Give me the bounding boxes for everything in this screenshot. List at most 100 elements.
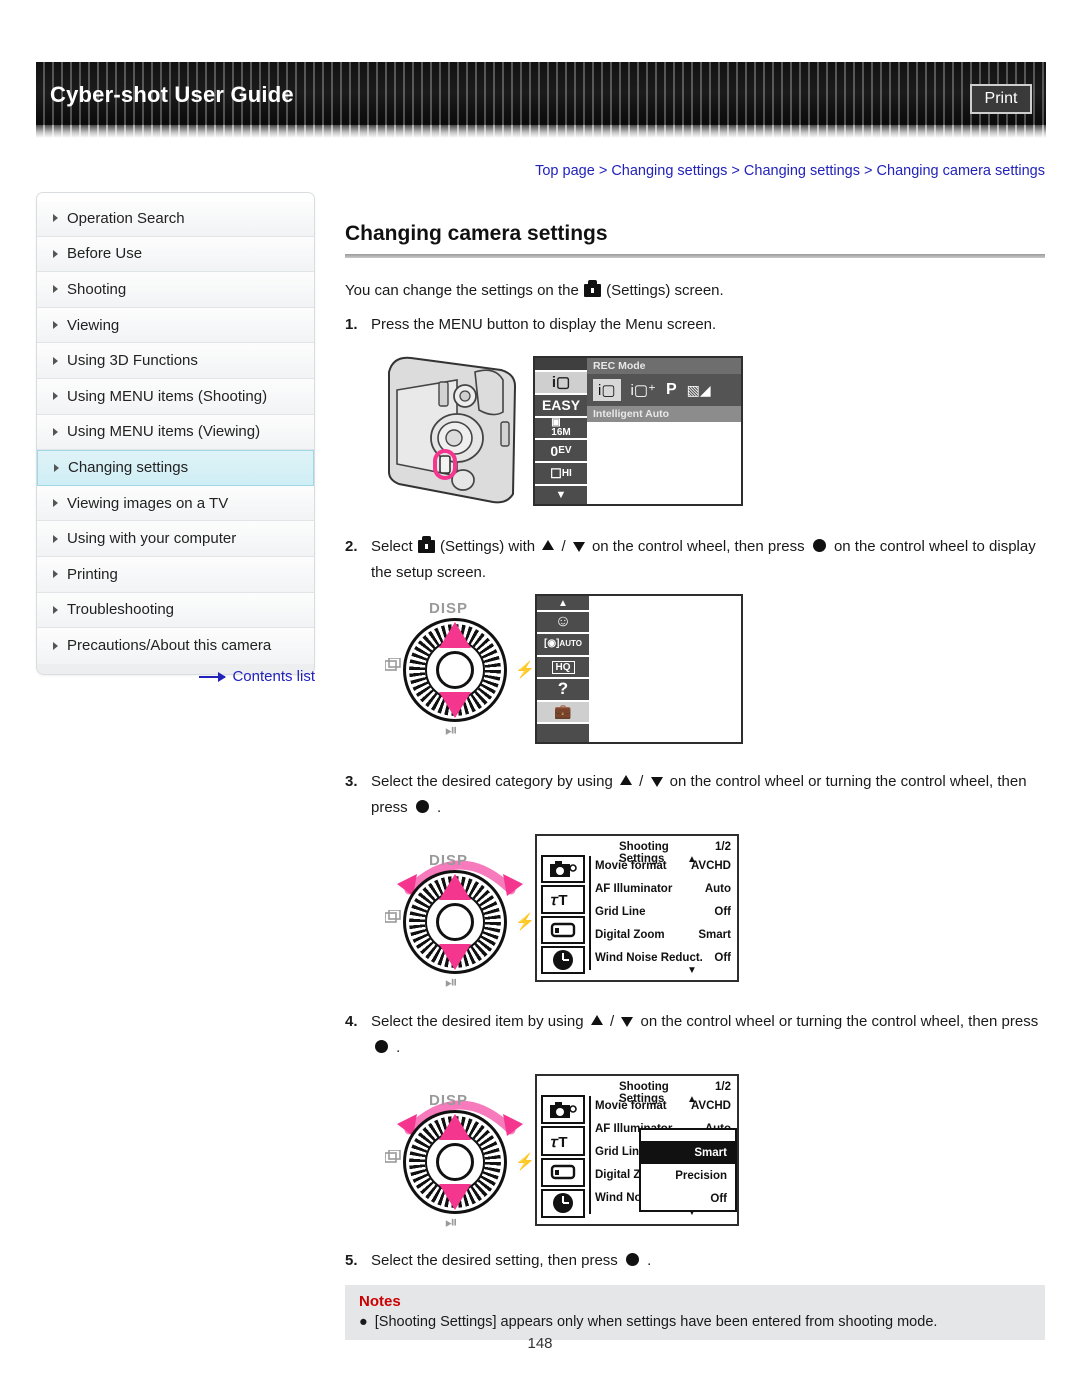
rail-cell-scroll-up[interactable]: ▲ — [537, 596, 589, 612]
clock-icon[interactable] — [541, 1188, 585, 1218]
sidebar-item-viewing[interactable]: Viewing — [37, 307, 314, 344]
sidebar-item-label: Using with your computer — [67, 530, 237, 548]
sidebar-item-changing-settings[interactable]: Changing settings — [37, 450, 314, 486]
breadcrumb-item-0[interactable]: Top page — [535, 163, 595, 179]
sidebar-item-label: Viewing — [67, 316, 120, 334]
sidebar-item-label: Before Use — [67, 245, 143, 263]
sidebar-item-viewing-images-on-a-tv[interactable]: Viewing images on a TV — [37, 485, 314, 522]
setting-label: Wind Noise Reduct. — [595, 952, 703, 964]
screen-icon[interactable] — [541, 915, 585, 944]
sidebar-item-before-use[interactable]: Before Use — [37, 236, 314, 273]
rail-cell-smile-shutter[interactable]: ☺ — [537, 612, 589, 635]
camera-icon[interactable] — [541, 1095, 585, 1125]
sidebar-item-precautions-about-this-camera[interactable]: Precautions/About this camera — [37, 628, 314, 664]
rec-mode-header-label: REC Mode — [593, 360, 646, 372]
sidebar-item-using-menu-items-viewing[interactable]: Using MENU items (Viewing) — [37, 414, 314, 451]
scroll-down-indicator[interactable]: ▼ — [687, 965, 697, 976]
flash-icon: ⚡ — [515, 662, 535, 679]
step-3: 3. Select the desired category by using … — [345, 769, 1045, 822]
table-row[interactable]: Wind Noise Reduct. Off — [595, 952, 731, 964]
sidebar-item-operation-search[interactable]: Operation Search — [37, 201, 314, 237]
rail-cell-easy[interactable]: EASY — [535, 394, 587, 418]
rail-cell-exposure[interactable]: 0 EV — [535, 440, 587, 464]
note-item: ● [Shooting Settings] appears only when … — [359, 1314, 1033, 1330]
breadcrumb-separator: > — [731, 163, 740, 179]
center-button-icon — [375, 1040, 388, 1054]
step-number: 5. — [345, 1252, 358, 1269]
setup-screen: ▲ ☺ [◉] AUTO HQ ? 💼 — [535, 594, 743, 744]
rail-cell-movie-hq[interactable]: HQ — [537, 656, 589, 680]
flash-icon: ⚡ — [515, 914, 535, 931]
rail-cell-intelligent-auto[interactable]: i▢ — [535, 372, 587, 395]
chevron-right-icon — [53, 427, 58, 436]
chevron-right-icon — [53, 285, 58, 294]
rail-cell-blank — [535, 358, 587, 372]
chevron-right-icon — [53, 570, 58, 579]
mode-option-program-auto[interactable]: P — [666, 381, 677, 399]
rail-cell-settings[interactable]: 💼 — [537, 701, 589, 725]
camera-icon[interactable] — [541, 855, 585, 884]
wheel-inner-ring — [436, 651, 474, 689]
settings-toolbox-icon — [583, 280, 601, 297]
breadcrumb-item-1[interactable]: Changing settings — [611, 163, 727, 179]
breadcrumb-item-3[interactable]: Changing camera settings — [877, 163, 1045, 179]
table-row[interactable]: Grid Line Off — [595, 906, 731, 918]
arrow-down-icon — [650, 777, 663, 787]
sidebar-item-troubleshooting[interactable]: Troubleshooting — [37, 592, 314, 629]
notes-title: Notes — [359, 1293, 401, 1310]
arrow-up-icon — [590, 1015, 603, 1025]
sidebar-item-using-with-your-computer[interactable]: Using with your computer — [37, 521, 314, 557]
rail-cell-scroll-down[interactable]: ▼ — [535, 485, 587, 504]
table-row[interactable]: Movie format AVCHD — [595, 1100, 731, 1112]
chevron-right-icon — [53, 249, 58, 258]
wheel-disp-label: DISP — [429, 1092, 469, 1109]
rail-cell-blank-bottom — [537, 724, 589, 743]
dropdown-option-off[interactable]: Off — [641, 1187, 735, 1210]
sidebar-item-label: Using 3D Functions — [67, 352, 198, 370]
burst-icon — [385, 1150, 401, 1163]
self-timer-icon: ⏯ — [445, 974, 458, 991]
sidebar-item-printing[interactable]: Printing — [37, 556, 314, 593]
rec-mode-screen: i▢ EASY ▣ 16M 0 EV ☐ HI ▼ REC Mode i▢ i▢⁺ P… — [533, 356, 743, 506]
sidebar-item-label: Viewing images on a TV — [67, 494, 229, 512]
chevron-right-icon — [53, 534, 58, 543]
shooting-settings-divider — [589, 1096, 591, 1214]
screen-icon[interactable] — [541, 1157, 585, 1187]
page-number: 148 — [527, 1335, 553, 1352]
table-row[interactable]: Movie format AVCHD — [595, 860, 731, 872]
rail-cell-help[interactable]: ? — [537, 679, 589, 702]
wheel-inner-ring — [436, 1143, 474, 1181]
sidebar-item-using-3d-functions[interactable]: Using 3D Functions — [37, 343, 314, 379]
dropdown-option-precision[interactable]: Precision — [641, 1164, 735, 1187]
figure-step-3: DISP ⚡ ⏯ Shooting Settings 1/2 𝜏T Movie … — [385, 834, 745, 996]
sidebar-item-shooting[interactable]: Shooting — [37, 272, 314, 308]
wrench-icon[interactable]: 𝜏T — [541, 1126, 585, 1156]
clock-icon[interactable] — [541, 945, 585, 974]
scroll-up-indicator: ▲ — [687, 854, 697, 865]
step-3-part1: Select the desired category by using — [371, 773, 613, 790]
mode-option-intelligent-auto-plus[interactable]: i▢⁺ — [631, 381, 656, 399]
step-number: 2. — [345, 538, 358, 555]
breadcrumb-item-2[interactable]: Changing settings — [744, 163, 860, 179]
rec-mode-options: i▢ i▢⁺ P ▧◢ — [587, 374, 741, 406]
step-2-part2: (Settings) with — [440, 538, 536, 555]
rail-cell-auto-framing[interactable]: [◉] AUTO — [537, 634, 589, 657]
mode-option-intelligent-auto[interactable]: i▢ — [593, 379, 621, 401]
rec-mode-caption-label: Intelligent Auto — [593, 408, 670, 420]
table-row[interactable]: Digital Zoom Smart — [595, 929, 731, 941]
step-text: Select the desired setting, then press . — [371, 1248, 1045, 1274]
setting-label: Grid Line — [595, 906, 646, 918]
contents-list-link[interactable]: Contents list — [36, 668, 315, 685]
print-button[interactable]: Print — [970, 84, 1032, 114]
wrench-icon[interactable]: 𝜏T — [541, 885, 585, 914]
step-text: Select (Settings) with / on the control … — [371, 534, 1045, 587]
mode-option-movie[interactable]: ▧◢ — [687, 382, 711, 399]
table-row[interactable]: AF Illuminator Auto — [595, 883, 731, 895]
sidebar-item-using-menu-items-shooting[interactable]: Using MENU items (Shooting) — [37, 378, 314, 415]
dropdown-option-smart[interactable]: Smart — [641, 1141, 735, 1164]
shooting-settings-divider — [589, 856, 591, 970]
step-4-part3: on the control wheel or turning the cont… — [640, 1013, 1039, 1030]
rail-cell-burst[interactable]: ☐ HI — [535, 463, 587, 486]
rail-cell-image-size[interactable]: ▣ 16M — [535, 418, 587, 441]
setting-label: Movie format — [595, 1100, 667, 1112]
